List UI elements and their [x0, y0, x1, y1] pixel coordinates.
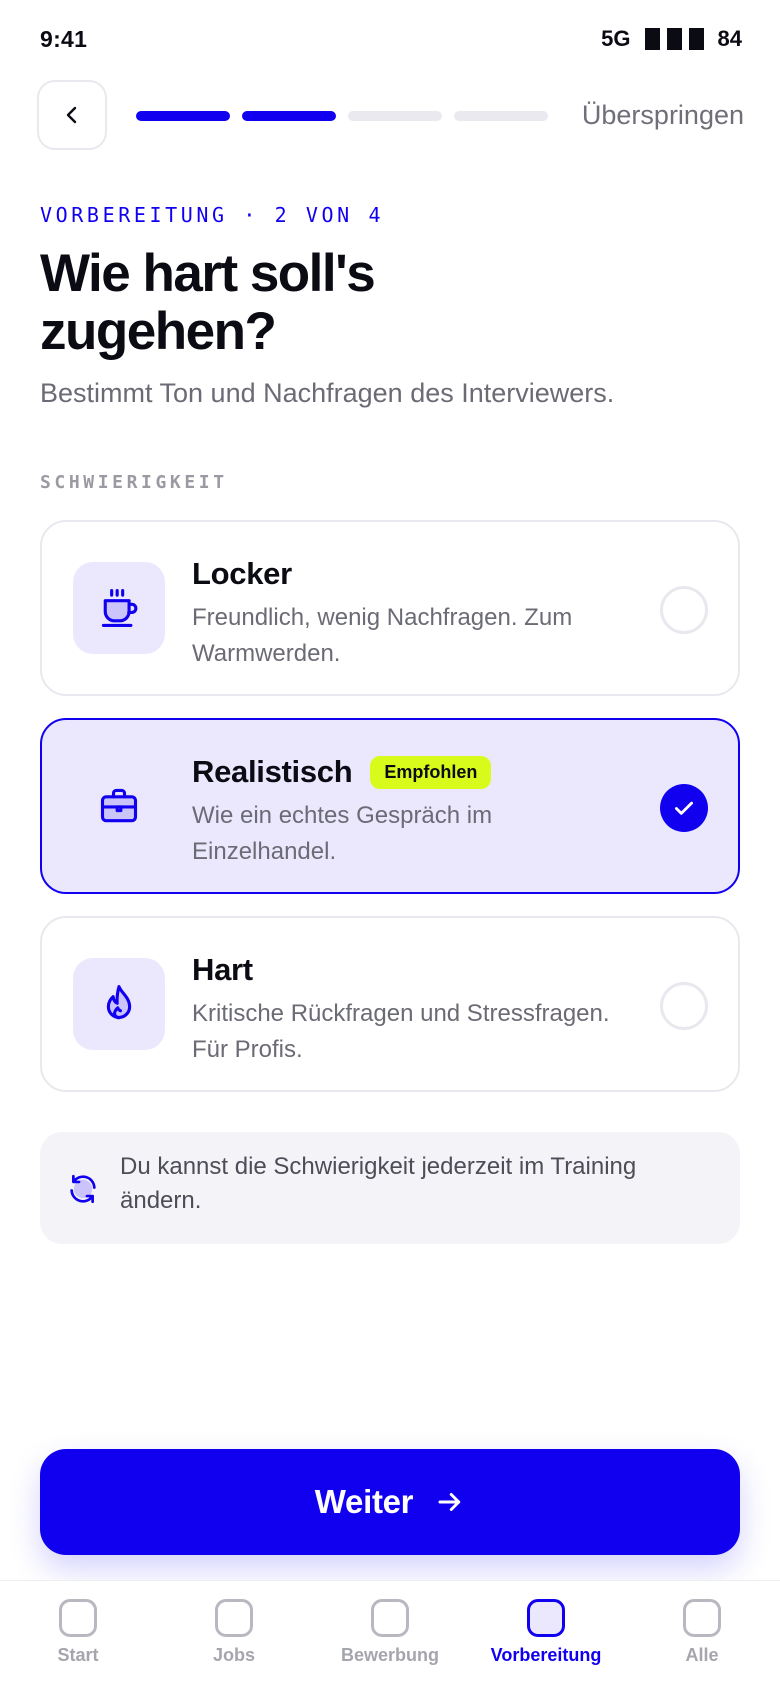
progress-step	[242, 111, 336, 121]
option-description: Wie ein echtes Gespräch im Einzelhandel.	[192, 802, 493, 865]
section-label: SCHWIERIGKEIT	[40, 472, 228, 493]
top-bar: Überspringen	[0, 80, 780, 152]
option-hart[interactable]: Hart Kritische Rückfragen und Stressfrag…	[40, 916, 740, 1092]
arrow-right-icon	[438, 1493, 461, 1511]
tab-vorbereitung[interactable]: Vorbereitung	[468, 1581, 624, 1688]
signal-icon	[644, 28, 704, 50]
tab-label: Vorbereitung	[490, 1645, 602, 1665]
tab-jobs[interactable]: Jobs	[156, 1581, 312, 1688]
tab-start-icon	[59, 1599, 97, 1637]
recommended-badge: Empfohlen	[370, 755, 492, 789]
page-title: Wie hart soll's zugehen?	[40, 244, 376, 361]
tab-alle[interactable]: Alle	[624, 1581, 780, 1688]
battery-level: 84	[717, 26, 742, 51]
option-locker[interactable]: Locker Freundlich, wenig Nachfragen. Zum…	[40, 520, 740, 696]
option-icon-box	[73, 562, 165, 654]
skip-button[interactable]: Überspringen	[582, 100, 744, 131]
network-label: 5G	[601, 26, 631, 51]
info-note: Du kannst die Schwierigkeit jederzeit im…	[40, 1132, 740, 1244]
status-time: 9:41	[40, 26, 88, 52]
option-header: Realistisch Empfohlen	[192, 754, 492, 790]
flame-icon	[106, 985, 132, 1020]
refresh-icon	[70, 1174, 96, 1204]
option-title: Realistisch	[192, 754, 353, 789]
checkmark-icon	[675, 801, 693, 815]
status-indicators: 5G 84	[601, 26, 742, 52]
step-eyebrow: VORBEREITUNG · 2 VON 4	[40, 203, 385, 227]
briefcase-icon	[100, 788, 138, 823]
tab-label: Bewerbung	[340, 1645, 439, 1665]
progress-indicator	[136, 111, 548, 121]
tab-start[interactable]: Start	[0, 1581, 156, 1688]
chevron-left-icon	[66, 106, 77, 124]
option-title: Hart	[192, 952, 253, 987]
tab-label: Start	[57, 1645, 99, 1665]
option-icon-box	[73, 760, 165, 852]
continue-button[interactable]: Weiter	[40, 1449, 740, 1555]
option-header: Locker	[192, 556, 292, 592]
tab-bewerbung[interactable]: Bewerbung	[312, 1581, 468, 1688]
progress-step	[454, 111, 548, 121]
info-text: Du kannst die Schwierigkeit jederzeit im…	[120, 1153, 637, 1214]
continue-label: Weiter	[314, 1483, 414, 1520]
tab-alle-icon	[683, 1599, 721, 1637]
back-button[interactable]	[37, 80, 107, 150]
tab-vorbereitung-icon	[527, 1599, 565, 1637]
coffee-cup-icon	[101, 589, 138, 627]
radio-button[interactable]	[660, 784, 708, 832]
option-header: Hart	[192, 952, 253, 988]
bottom-tab-bar: Start Jobs Bewerbung Vorbereitung Alle	[0, 1580, 780, 1688]
page-subtitle: Bestimmt Ton und Nachfragen des Intervie…	[40, 378, 615, 408]
option-description: Freundlich, wenig Nachfragen. Zum Warmwe…	[192, 604, 573, 667]
option-title: Locker	[192, 556, 292, 591]
option-icon-box	[73, 958, 165, 1050]
progress-step	[136, 111, 230, 121]
radio-button[interactable]	[660, 982, 708, 1030]
tab-label: Alle	[685, 1645, 719, 1665]
status-bar: 9:41 5G 84	[0, 0, 780, 80]
option-description: Kritische Rückfragen und Stressfragen. F…	[192, 1000, 610, 1063]
tab-bewerbung-icon	[371, 1599, 409, 1637]
option-realistisch[interactable]: Realistisch Empfohlen Wie ein echtes Ges…	[40, 718, 740, 894]
progress-step	[348, 111, 442, 121]
tab-jobs-icon	[215, 1599, 253, 1637]
radio-button[interactable]	[660, 586, 708, 634]
tab-label: Jobs	[212, 1645, 255, 1665]
